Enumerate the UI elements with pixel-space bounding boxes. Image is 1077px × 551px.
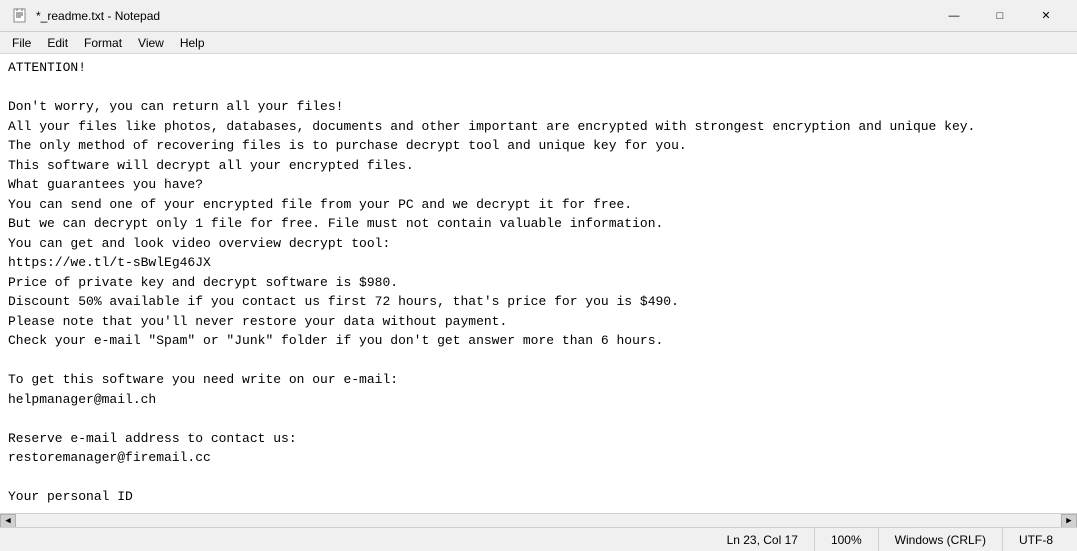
maximize-button[interactable]: □ — [977, 0, 1023, 32]
close-button[interactable]: ✕ — [1023, 0, 1069, 32]
editor-scroll[interactable]: ATTENTION! Don't worry, you can return a… — [0, 54, 1077, 513]
title-bar: *_readme.txt - Notepad — □ ✕ — [0, 0, 1077, 32]
horizontal-scrollbar[interactable]: ◀ ▶ — [0, 513, 1077, 527]
menu-view[interactable]: View — [130, 34, 172, 52]
scroll-track[interactable] — [16, 514, 1061, 528]
menu-file[interactable]: File — [4, 34, 39, 52]
scroll-right-button[interactable]: ▶ — [1061, 514, 1077, 528]
notepad-icon — [12, 8, 28, 24]
menu-help[interactable]: Help — [172, 34, 213, 52]
title-bar-left: *_readme.txt - Notepad — [12, 8, 160, 24]
menu-edit[interactable]: Edit — [39, 34, 76, 52]
minimize-button[interactable]: — — [931, 0, 977, 32]
cursor-position: Ln 23, Col 17 — [711, 528, 814, 551]
editor-content[interactable]: ATTENTION! Don't worry, you can return a… — [8, 58, 1069, 509]
status-bar: Ln 23, Col 17 100% Windows (CRLF) UTF-8 — [0, 527, 1077, 551]
editor-container: ATTENTION! Don't worry, you can return a… — [0, 54, 1077, 527]
zoom-level: 100% — [814, 528, 878, 551]
menu-format[interactable]: Format — [76, 34, 130, 52]
scroll-left-button[interactable]: ◀ — [0, 514, 16, 528]
menu-bar: File Edit Format View Help — [0, 32, 1077, 54]
window-title: *_readme.txt - Notepad — [36, 9, 160, 23]
title-bar-controls: — □ ✕ — [931, 0, 1069, 32]
line-ending: Windows (CRLF) — [878, 528, 1002, 551]
encoding: UTF-8 — [1002, 528, 1069, 551]
